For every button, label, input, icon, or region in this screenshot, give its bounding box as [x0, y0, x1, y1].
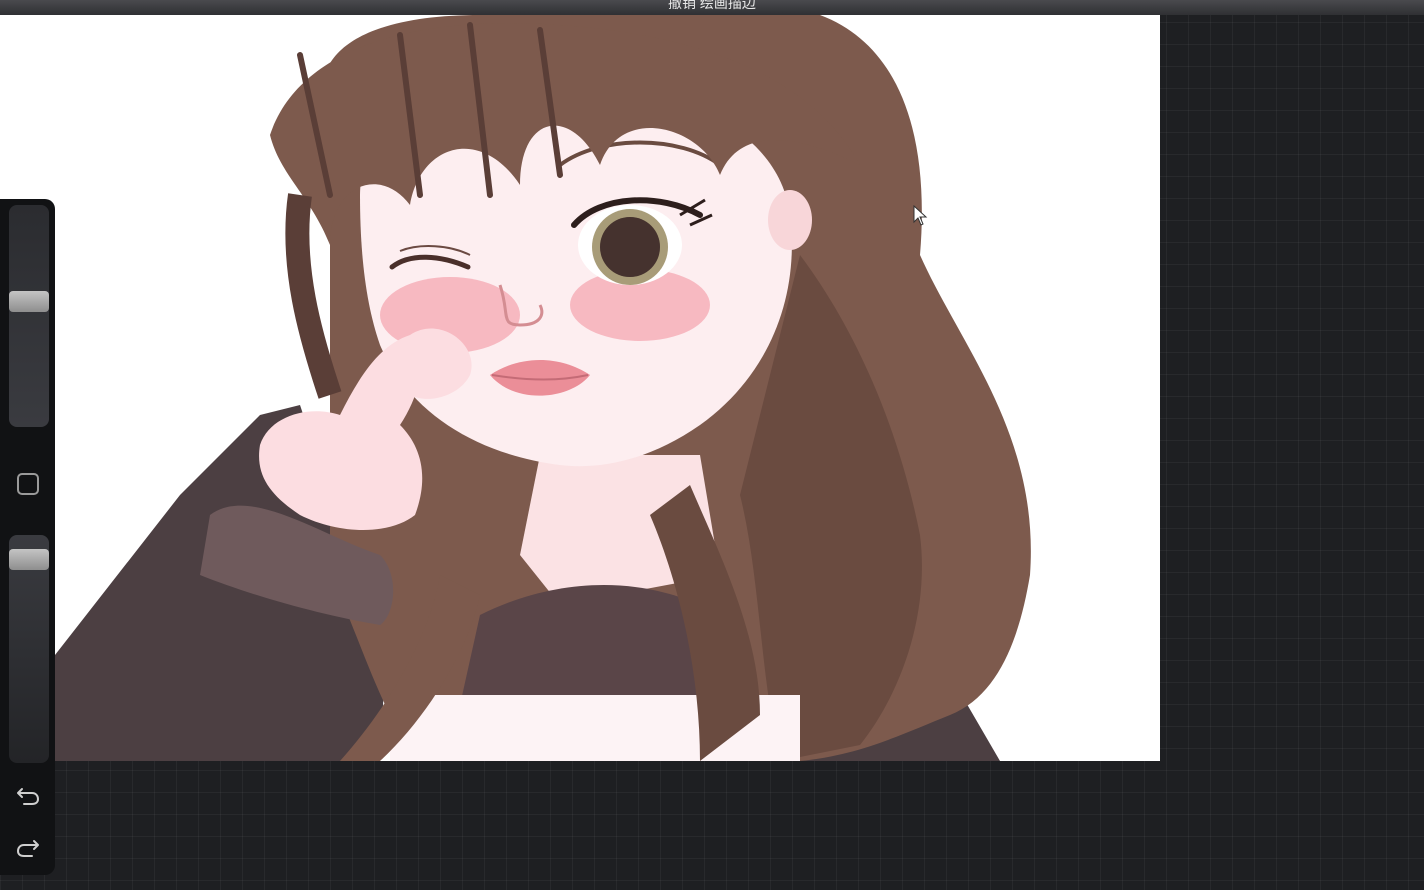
drawing-canvas[interactable]: [0, 15, 1160, 761]
brush-sidebar: [0, 199, 55, 875]
redo-arrow-icon[interactable]: [14, 833, 42, 861]
title-bar-text: 撤销 绘画描边: [668, 0, 756, 11]
brush-size-thumb[interactable]: [9, 291, 49, 313]
mouse-pointer-icon: [913, 204, 929, 227]
artwork-illustration: [55, 15, 1031, 761]
brush-size-slider[interactable]: [9, 205, 49, 427]
title-bar: 撤销 绘画描边: [0, 0, 1424, 15]
brush-opacity-slider[interactable]: [9, 535, 49, 763]
square-outline-icon[interactable]: [17, 473, 39, 495]
brush-opacity-thumb[interactable]: [9, 549, 49, 571]
undo-arrow-icon[interactable]: [14, 781, 42, 809]
